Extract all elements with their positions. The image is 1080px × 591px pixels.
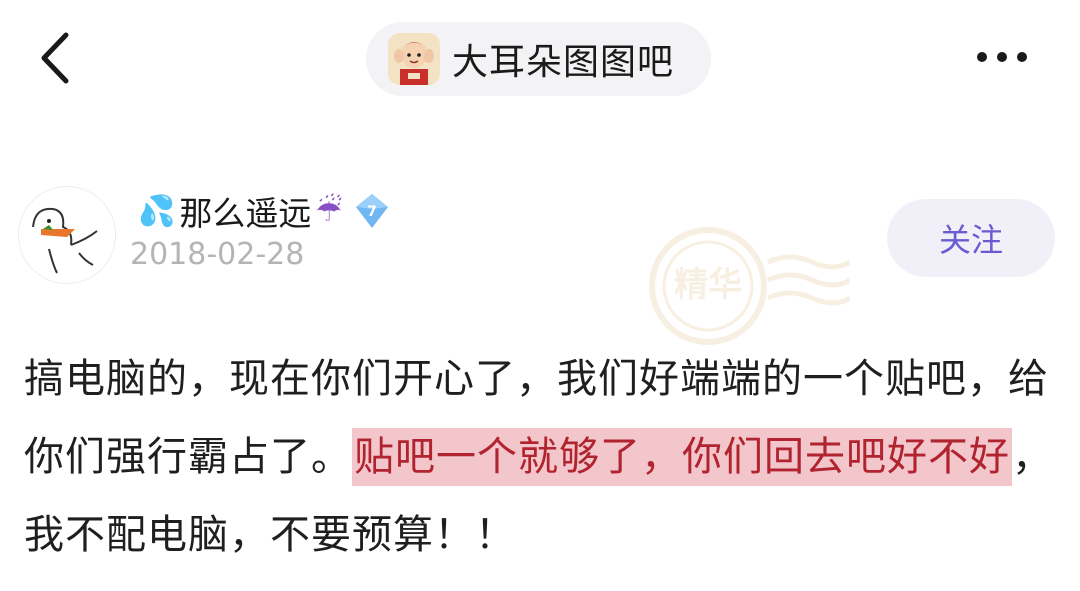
forum-avatar — [388, 33, 440, 85]
more-button[interactable] — [966, 34, 1038, 80]
post-page: 大耳朵图图吧 💦 那么遥远 ☔ 7 2018-02-28 关注 精华 搞电脑的，… — [0, 0, 1080, 591]
author-avatar[interactable] — [18, 186, 116, 284]
chevron-left-icon — [41, 32, 69, 84]
post-content: 搞电脑的，现在你们开心了，我们好端端的一个贴吧，给你们强行霸占了。贴吧一个就够了… — [24, 340, 1064, 574]
post-date: 2018-02-28 — [130, 237, 305, 272]
water-drops-icon: 💦 — [138, 193, 176, 229]
umbrella-icon: ☔ — [315, 193, 343, 229]
forum-name: 大耳朵图图吧 — [452, 42, 675, 83]
forum-header-pill[interactable]: 大耳朵图图吧 — [366, 22, 711, 96]
follow-button[interactable]: 关注 — [887, 199, 1055, 277]
back-button[interactable] — [30, 28, 80, 88]
author-name: 那么遥远 — [179, 194, 312, 233]
author-name-row[interactable]: 💦 那么遥远 ☔ 7 — [138, 186, 392, 236]
stamp-text: 精华 — [674, 265, 742, 305]
level-number: 7 — [367, 204, 377, 220]
featured-stamp-watermark: 精华 — [640, 222, 852, 352]
post-text-highlight: 贴吧一个就够了，你们回去吧好不好 — [352, 428, 1012, 486]
level-badge: 7 — [352, 191, 392, 231]
more-horizontal-icon — [977, 52, 1027, 62]
